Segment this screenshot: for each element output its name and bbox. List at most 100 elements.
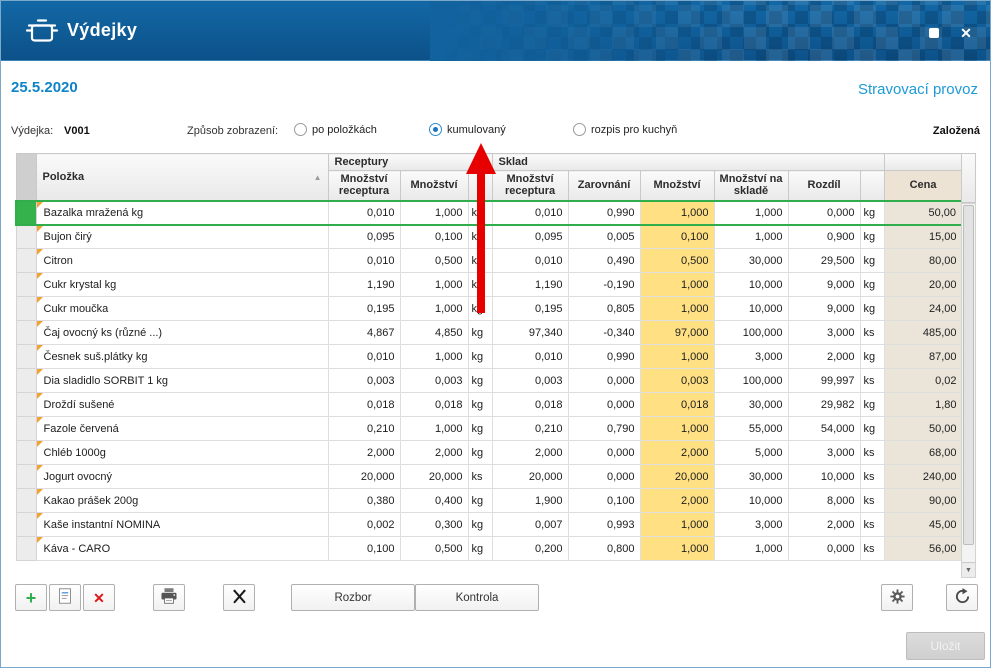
row-selector-cell[interactable] [15,392,37,417]
value-cell[interactable]: 0,018 [327,392,401,417]
row-selector-cell[interactable] [15,224,37,249]
value-cell[interactable]: -0,190 [567,272,641,297]
item-name-cell[interactable]: Chléb 1000g [35,440,329,465]
value-cell[interactable]: 1,000 [639,344,715,369]
item-name-cell[interactable]: Cukr krystal kg [35,272,329,297]
unit-cell[interactable]: ks [859,440,885,465]
row-selector-cell[interactable] [15,440,37,465]
table-row[interactable]: Bujon čirý 0,095 0,100 kg 0,095 0,005 0,100 1,0… [15,224,963,249]
value-cell[interactable]: 0,990 [567,199,641,226]
value-cell[interactable]: 0,000 [787,199,861,226]
close-button[interactable]: ✕ [954,23,978,43]
column-header-mnozstvi-na-sklade[interactable]: Množství na skladě [713,170,789,201]
value-cell[interactable]: 10,000 [713,272,789,297]
value-cell[interactable]: 2,000 [399,440,469,465]
unit-cell[interactable]: ks [859,320,885,345]
value-cell[interactable]: 0,500 [639,248,715,273]
value-cell[interactable]: 20,000 [399,464,469,489]
value-cell[interactable]: 3,000 [713,512,789,537]
row-selector-cell[interactable] [15,536,37,561]
value-cell[interactable]: 54,000 [787,416,861,441]
unit-cell[interactable]: kg [859,248,885,273]
value-cell[interactable]: 1,000 [713,199,789,226]
item-name-cell[interactable]: Česnek suš.plátky kg [35,344,329,369]
unit-cell[interactable]: kg [859,296,885,321]
price-cell[interactable]: 485,00 [883,320,963,345]
delete-item-button[interactable]: ✕ [83,584,115,611]
column-header-rec-mnozstvi[interactable]: Množství [399,170,469,201]
value-cell[interactable]: 0,003 [491,368,569,393]
value-cell[interactable]: 2,000 [787,344,861,369]
scrollbar-thumb[interactable] [963,205,974,545]
price-cell[interactable]: 56,00 [883,536,963,561]
unit-cell[interactable]: kg [467,224,493,249]
value-cell[interactable]: 0,003 [639,368,715,393]
unit-cell[interactable]: ks [859,488,885,513]
vertical-scrollbar[interactable]: ▼ [961,203,976,578]
value-cell[interactable]: 0,210 [491,416,569,441]
value-cell[interactable]: 0,100 [567,488,641,513]
unit-cell[interactable]: ks [467,464,493,489]
value-cell[interactable]: 4,850 [399,320,469,345]
settings-button[interactable] [881,584,913,611]
value-cell[interactable]: 0,210 [327,416,401,441]
price-cell[interactable]: 0,02 [883,368,963,393]
value-cell[interactable]: 0,000 [567,464,641,489]
unit-cell[interactable]: kg [467,392,493,417]
value-cell[interactable]: 0,018 [639,392,715,417]
table-row[interactable]: Kakao prášek 200g 0,380 0,400 kg 1,900 0,100 2… [15,488,963,513]
value-cell[interactable]: 0,002 [327,512,401,537]
row-selector-cell[interactable] [15,512,37,537]
value-cell[interactable]: 0,005 [567,224,641,249]
unit-cell[interactable]: kg [467,416,493,441]
value-cell[interactable]: 0,990 [567,344,641,369]
value-cell[interactable]: 30,000 [713,392,789,417]
value-cell[interactable]: 30,000 [713,464,789,489]
unit-cell[interactable]: kg [859,272,885,297]
unit-cell[interactable]: kg [859,344,885,369]
price-cell[interactable]: 24,00 [883,296,963,321]
item-name-cell[interactable]: Čaj ovocný ks (různé ...) [35,320,329,345]
unit-cell[interactable]: kg [467,296,493,321]
refresh-button[interactable] [946,584,978,611]
kontrola-button[interactable]: Kontrola [415,584,539,611]
value-cell[interactable]: 0,000 [787,536,861,561]
value-cell[interactable]: 2,000 [327,440,401,465]
row-selector-cell[interactable] [15,464,37,489]
table-row[interactable]: Cukr krystal kg 1,190 1,000 kg 1,190 -0,190 1,… [15,272,963,297]
value-cell[interactable]: -0,340 [567,320,641,345]
value-cell[interactable]: 1,000 [399,272,469,297]
value-cell[interactable]: 0,500 [399,536,469,561]
table-row[interactable]: Jogurt ovocný 20,000 20,000 ks 20,000 0,000 20… [15,464,963,489]
value-cell[interactable]: 0,018 [399,392,469,417]
table-row[interactable]: Dia sladidlo SORBIT 1 kg 0,003 0,003 kg 0,00… [15,368,963,393]
value-cell[interactable]: 0,095 [327,224,401,249]
rozbor-button[interactable]: Rozbor [291,584,415,611]
value-cell[interactable]: 0,007 [491,512,569,537]
value-cell[interactable]: 0,010 [327,248,401,273]
value-cell[interactable]: 0,000 [567,392,641,417]
value-cell[interactable]: 0,100 [399,224,469,249]
value-cell[interactable]: 0,003 [327,368,401,393]
value-cell[interactable]: 9,000 [787,296,861,321]
row-selector-cell[interactable] [15,416,37,441]
item-name-cell[interactable]: Káva - CARO [35,536,329,561]
table-row[interactable]: Bazalka mražená kg 0,010 1,000 kg 0,010 0,990… [15,199,964,226]
unit-cell[interactable]: kg [467,320,493,345]
value-cell[interactable]: 0,010 [491,248,569,273]
value-cell[interactable]: 1,000 [639,512,715,537]
value-cell[interactable]: 0,095 [491,224,569,249]
item-name-cell[interactable]: Jogurt ovocný [35,464,329,489]
value-cell[interactable]: 2,000 [491,440,569,465]
table-row[interactable]: Kaše instantní NOMINA 0,002 0,300 kg 0,007 0,… [15,512,963,537]
row-selector-cell[interactable] [15,272,37,297]
column-header-rozdil[interactable]: Rozdíl [787,170,861,201]
price-cell[interactable]: 50,00 [883,416,963,441]
item-name-cell[interactable]: Bujon čirý [35,224,329,249]
value-cell[interactable]: 2,000 [639,488,715,513]
item-name-cell[interactable]: Kaše instantní NOMINA [35,512,329,537]
value-cell[interactable]: 100,000 [713,320,789,345]
unit-cell[interactable]: kg [467,368,493,393]
unit-cell[interactable]: kg [467,512,493,537]
value-cell[interactable]: 1,000 [639,536,715,561]
